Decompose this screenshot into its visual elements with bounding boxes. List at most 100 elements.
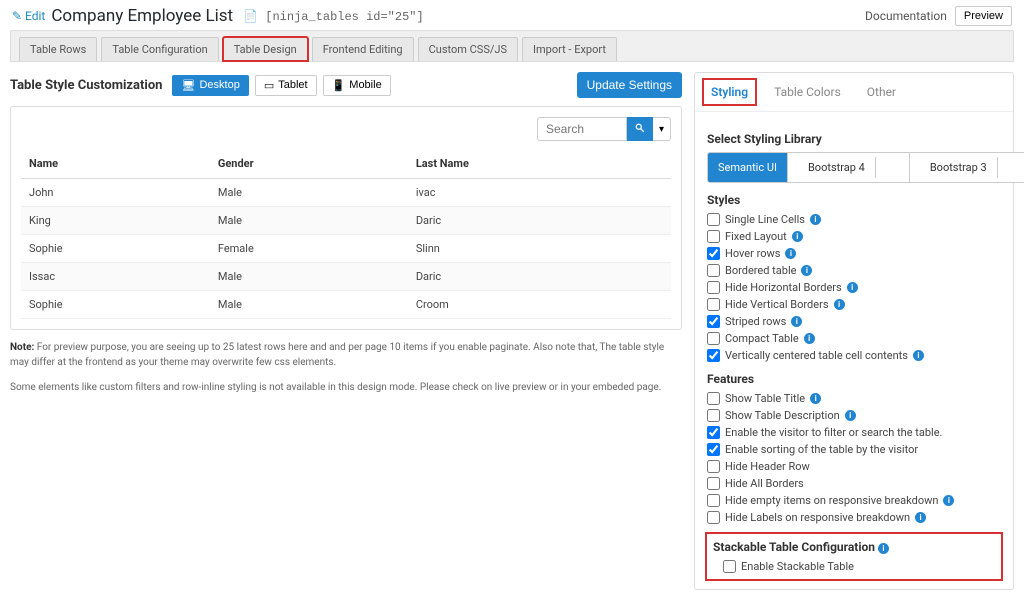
features-label: Features [707,372,1001,386]
style-option-row[interactable]: Hover rows i [707,247,1001,260]
info-icon: i [879,162,899,173]
feature-option-checkbox[interactable] [707,392,720,405]
data-table: Name Gender Last Name JohnMaleivacKingMa… [21,149,671,319]
table-row: JohnMaleivac [21,179,671,207]
note-text: Note: For preview purpose, you are seein… [10,340,682,370]
style-option-checkbox[interactable] [707,298,720,311]
info-icon: i [1001,162,1021,173]
info-icon: i [791,316,802,327]
main-tabs: Table Rows Table Configuration Table Des… [10,30,1014,62]
feature-option-label: Hide All Borders [725,477,804,490]
col-gender[interactable]: Gender [210,149,408,179]
documentation-link[interactable]: Documentation [865,9,947,23]
table-cell: Daric [408,263,671,291]
search-dropdown[interactable]: ▾ [653,117,671,141]
side-tab-colors[interactable]: Table Colors [768,81,847,103]
style-option-row[interactable]: Hide Horizontal Bordersi [707,281,1001,294]
feature-option-row[interactable]: Hide Header Row [707,460,1001,473]
table-cell: Sophie [21,291,210,319]
feature-option-checkbox[interactable] [707,426,720,439]
side-tab-other[interactable]: Other [861,81,902,103]
lib-bootstrap4[interactable]: Bootstrap 4 i [788,153,910,182]
style-option-checkbox[interactable] [707,281,720,294]
feature-option-row[interactable]: Hide Labels on responsive breakdowni [707,511,1001,524]
feature-option-row[interactable]: Show Table Descriptioni [707,409,1001,422]
feature-option-checkbox[interactable] [707,460,720,473]
col-name[interactable]: Name [21,149,210,179]
style-option-label: Single Line Cells [725,213,805,226]
info-icon: i [943,495,954,506]
style-option-row[interactable]: Single Line Cells i [707,213,1001,226]
style-option-row[interactable]: Compact Table i [707,332,1001,345]
update-settings-button[interactable]: Update Settings [577,72,682,98]
style-option-row[interactable]: Hide Vertical Bordersi [707,298,1001,311]
table-cell: Croom [408,291,671,319]
feature-option-row[interactable]: Show Table Titlei [707,392,1001,405]
feature-option-checkbox[interactable] [707,443,720,456]
style-option-label: Hover rows [725,247,780,260]
table-row: IssacMaleDaric [21,263,671,291]
tab-table-rows[interactable]: Table Rows [19,37,97,61]
style-option-checkbox[interactable] [707,315,720,328]
tab-custom-css-js[interactable]: Custom CSS/JS [418,37,518,61]
style-option-checkbox[interactable] [707,349,720,362]
info-icon: i [801,265,812,276]
style-option-checkbox[interactable] [707,230,720,243]
style-option-row[interactable]: Bordered table i [707,264,1001,277]
table-cell: King [21,207,210,235]
table-cell: Male [210,207,408,235]
enable-stackable-checkbox[interactable] [723,560,736,573]
tab-import-export[interactable]: Import - Export [522,37,617,61]
feature-option-label: Enable the visitor to filter or search t… [725,426,942,439]
feature-option-label: Hide Labels on responsive breakdown [725,511,910,524]
style-option-checkbox[interactable] [707,213,720,226]
style-option-row[interactable]: Vertically centered table cell contentsi [707,349,1001,362]
styles-label: Styles [707,193,1001,207]
feature-option-checkbox[interactable] [707,409,720,422]
info-icon: i [785,248,796,259]
feature-option-checkbox[interactable] [707,477,720,490]
feature-option-row[interactable]: Hide empty items on responsive breakdown… [707,494,1001,507]
tab-table-design[interactable]: Table Design [223,37,308,61]
side-tab-styling[interactable]: Styling [705,81,754,103]
search-icon [635,123,645,133]
search-button[interactable] [627,117,653,141]
table-cell: Female [210,235,408,263]
style-option-row[interactable]: Striped rows i [707,315,1001,328]
style-option-checkbox[interactable] [707,264,720,277]
style-option-label: Compact Table [725,332,799,345]
tab-table-configuration[interactable]: Table Configuration [101,37,218,61]
style-option-label: Hide Vertical Borders [725,298,829,311]
feature-option-row[interactable]: Enable the visitor to filter or search t… [707,426,1001,439]
stackable-checkbox-row[interactable]: Enable Stackable Table [723,560,995,573]
edit-link[interactable]: ✎ Edit [12,9,45,23]
style-option-label: Striped rows [725,315,786,328]
info-icon: i [810,214,821,225]
device-desktop[interactable]: 🖥 Desktop [172,75,248,96]
feature-option-row[interactable]: Enable sorting of the table by the visit… [707,443,1001,456]
feature-option-checkbox[interactable] [707,511,720,524]
style-option-checkbox[interactable] [707,247,720,260]
lib-bootstrap3[interactable]: Bootstrap 3 i [910,153,1024,182]
tab-frontend-editing[interactable]: Frontend Editing [312,37,414,61]
table-cell: Sophie [21,235,210,263]
feature-option-label: Show Table Description [725,409,840,422]
device-mobile[interactable]: 📱 Mobile [323,75,391,96]
style-option-checkbox[interactable] [707,332,720,345]
table-cell: Daric [408,207,671,235]
search-input[interactable] [537,117,627,141]
style-option-row[interactable]: Fixed Layouti [707,230,1001,243]
feature-option-label: Show Table Title [725,392,805,405]
info-icon: i [804,333,815,344]
style-option-label: Bordered table [725,264,796,277]
preview-button[interactable]: Preview [955,6,1012,26]
info-icon: i [847,282,858,293]
table-row: KingMaleDaric [21,207,671,235]
feature-option-checkbox[interactable] [707,494,720,507]
device-tablet[interactable]: ▭ Tablet [255,75,317,96]
feature-option-row[interactable]: Hide All Borders [707,477,1001,490]
select-library-label: Select Styling Library [707,132,1001,146]
lib-semantic-ui[interactable]: Semantic UI [708,153,788,182]
col-lastname[interactable]: Last Name [408,149,671,179]
table-cell: ivac [408,179,671,207]
